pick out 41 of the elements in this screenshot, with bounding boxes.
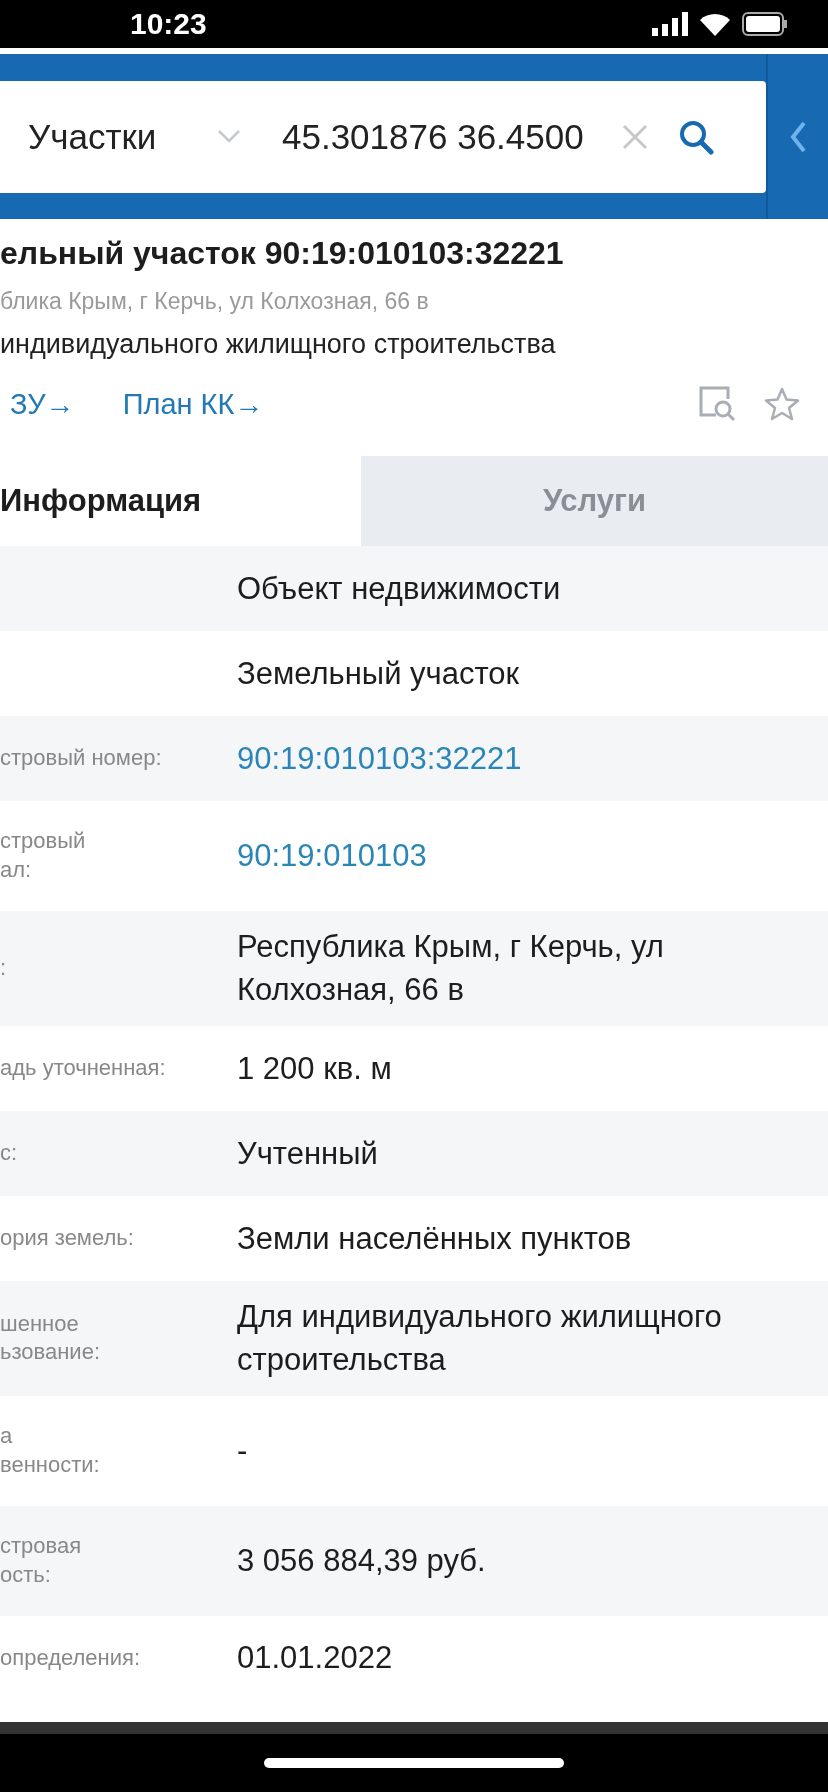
field-label: :: [0, 954, 8, 983]
document-search-icon[interactable]: [698, 385, 738, 423]
field-value: Учтенный: [236, 1134, 379, 1173]
field-label: с:: [0, 1139, 19, 1167]
chevron-down-icon[interactable]: [218, 129, 240, 144]
close-icon[interactable]: [621, 123, 648, 150]
field-value: 01.01.2022: [236, 1639, 394, 1678]
tab[interactable]: Услуги: [361, 456, 828, 546]
field-value: 1 200 кв. м: [236, 1049, 393, 1088]
field-label: адь уточненная:: [0, 1054, 167, 1082]
search-field[interactable]: 45.301876 36.4500: [282, 116, 584, 157]
search-icon[interactable]: [677, 118, 714, 155]
plan-link[interactable]: План КК→: [122, 387, 264, 421]
field-value: Земельный участок: [236, 654, 521, 693]
signal-icon: [652, 12, 688, 36]
star-icon[interactable]: [764, 387, 800, 421]
field-label: а венности:: [0, 1421, 101, 1479]
status-time: 10:23: [130, 7, 207, 41]
value-link[interactable]: 90:19:010103: [225, 834, 467, 878]
field-value: Объект недвижимости: [236, 569, 562, 608]
battery-icon: [742, 12, 788, 36]
parcel-address: блика Крым, г Керчь, ул Колхозная, 66 в: [0, 288, 430, 315]
parcel-title: ельный участок 90:19:010103:32221: [0, 234, 565, 273]
wifi-icon: [700, 12, 730, 36]
field-label: шенное ьзование:: [0, 1309, 101, 1367]
field-label: стровый номер:: [0, 744, 163, 773]
field-label: стровый ал:: [0, 827, 87, 884]
field-value: Земли населённых пунктов: [236, 1219, 633, 1258]
field-label: ория земель:: [0, 1224, 135, 1252]
search-bar[interactable]: Участки 45.301876 36.4500: [0, 80, 766, 193]
field-label: определения:: [0, 1643, 141, 1672]
plan-link[interactable]: ЗУ→: [10, 387, 75, 421]
field-label: стровая ость:: [0, 1531, 83, 1589]
field-value: 3 056 884,39 руб.: [236, 1541, 487, 1580]
field-value: Для индивидуального жилищного строительства: [236, 1297, 723, 1380]
value-link[interactable]: 90:19:010103:32221: [225, 736, 562, 781]
field-value: -: [236, 1431, 249, 1470]
parcel-purpose: индивидуального жилищного строительства: [0, 329, 557, 360]
field-value: Республика Крым, г Керчь, ул Колхозная, 66 в: [236, 928, 665, 1010]
category-select[interactable]: Участки: [28, 116, 218, 157]
chevron-left-icon[interactable]: [790, 120, 806, 153]
